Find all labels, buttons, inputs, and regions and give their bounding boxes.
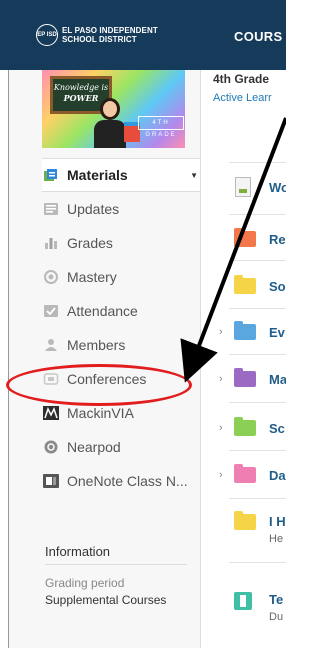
list-item[interactable]: So [201,269,286,303]
sidebar-item-onenote[interactable]: OneNote Class N... [42,464,202,498]
chevron-down-icon[interactable]: ▼ [190,171,198,180]
folder-icon [234,275,256,294]
list-item[interactable]: › Ev [201,315,286,349]
folder-icon [234,368,256,387]
divider [229,562,286,563]
materials-panel: 4th Grade Active Learr Wo Re So › Ev › M… [200,70,286,648]
onenote-icon [42,474,59,488]
bitmoji-head [100,98,120,120]
members-icon [42,338,59,352]
divider [229,354,286,355]
information-divider [45,564,187,565]
folder-icon [234,417,256,436]
grade-banner: 4TH GRADE [138,116,184,138]
folder-icon [234,511,256,530]
chevron-right-icon[interactable]: › [219,469,223,481]
list-item[interactable]: › Ma [201,362,286,396]
folder-icon [234,464,256,483]
district-name: EL PASO INDEPENDENT SCHOOL DISTRICT [62,26,158,44]
assessment-icon [234,592,252,610]
grades-icon [42,236,59,250]
sidebar-item-materials[interactable]: Materials ▼ [42,158,202,192]
list-item[interactable]: › Da [201,458,286,492]
bitmoji-body [94,120,126,148]
updates-icon [42,202,59,216]
chevron-right-icon[interactable]: › [219,373,223,385]
list-item[interactable]: › Sc [201,411,286,445]
course-sidebar: Knowledge is POWER 4TH GRADE Materials ▼… [8,70,202,648]
folder-icon [234,228,256,247]
course-title: 4th Grade [213,72,270,86]
grading-period-label: Grading period [45,576,125,590]
courses-menu[interactable]: COURS [234,29,282,44]
materials-icon [42,168,59,182]
mastery-icon [42,270,59,284]
sidebar-item-conferences[interactable]: Conferences [42,362,202,396]
information-heading: Information [45,544,111,559]
district-seal-icon: EP ISD [36,24,58,46]
chevron-right-icon[interactable]: › [219,326,223,338]
conferences-icon [42,372,59,386]
course-section-link[interactable]: Active Learr [213,92,272,104]
sidebar-item-mackinvia[interactable]: MackinVIA [42,396,202,430]
course-nav: Materials ▼ Updates Grades Mastery Atten… [42,158,202,498]
document-icon [235,177,251,197]
sidebar-item-updates[interactable]: Updates [42,192,202,226]
chevron-right-icon[interactable]: › [219,422,223,434]
sidebar-item-nearpod[interactable]: Nearpod [42,430,202,464]
divider [229,214,286,215]
list-item[interactable]: Re [201,222,286,256]
district-logo[interactable]: EP ISD EL PASO INDEPENDENT SCHOOL DISTRI… [36,24,158,46]
divider [229,260,286,261]
nearpod-icon [42,440,59,454]
sidebar-item-mastery[interactable]: Mastery [42,260,202,294]
folder-icon [234,321,256,340]
sidebar-item-members[interactable]: Members [42,328,202,362]
list-item[interactable]: Te Du [201,580,286,632]
course-profile-image: Knowledge is POWER 4TH GRADE [42,70,185,148]
mackinvia-icon [42,406,59,420]
divider [229,498,286,499]
divider [229,402,286,403]
list-item[interactable]: Wo [201,170,286,204]
divider [229,162,286,163]
grading-period-value: Supplemental Courses [45,593,167,607]
sidebar-item-grades[interactable]: Grades [42,226,202,260]
attendance-icon [42,304,59,318]
sidebar-item-attendance[interactable]: Attendance [42,294,202,328]
list-item[interactable]: I H He [201,502,286,554]
divider [229,308,286,309]
top-navigation-bar: EP ISD EL PASO INDEPENDENT SCHOOL DISTRI… [0,0,286,70]
divider [229,450,286,451]
